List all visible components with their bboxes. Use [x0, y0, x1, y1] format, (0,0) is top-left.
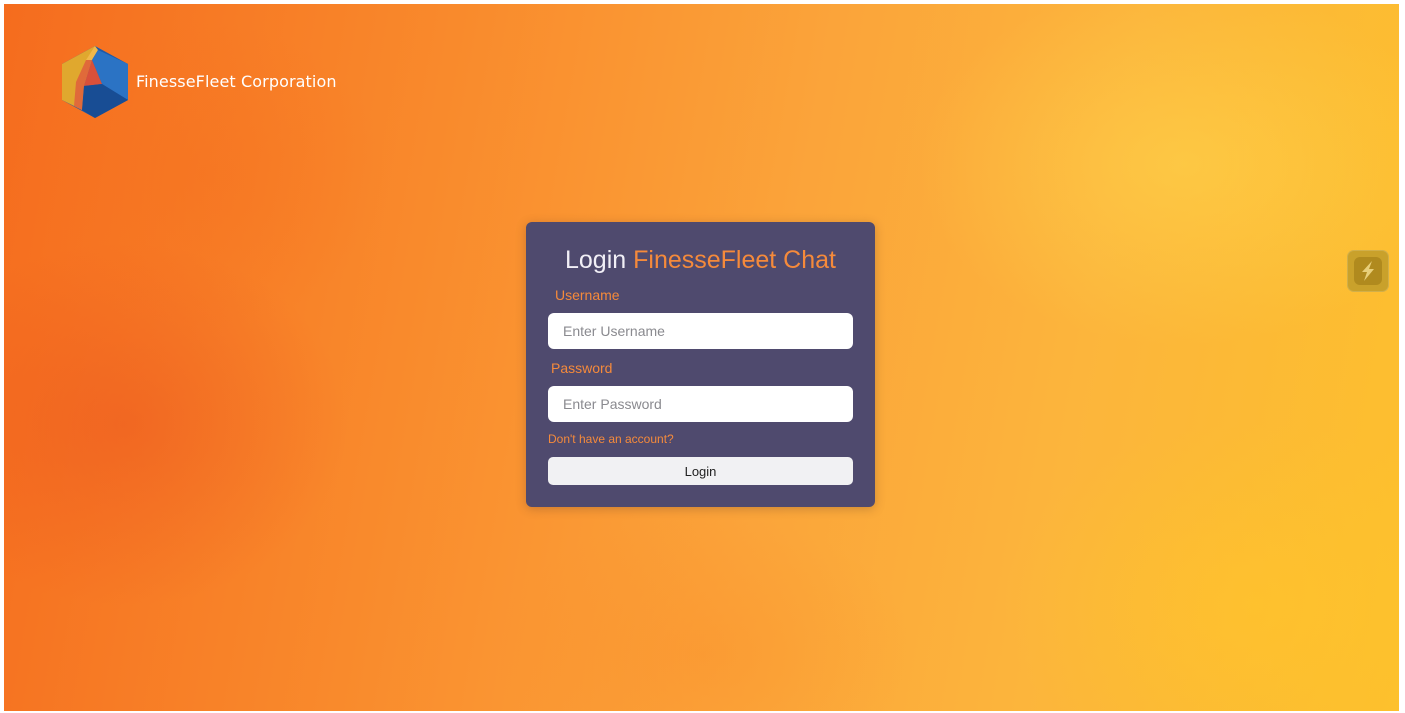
brand-name: FinesseFleet Corporation — [136, 71, 337, 91]
login-title-accent: FinesseFleet Chat — [633, 246, 836, 274]
brand-header: FinesseFleet Corporation — [62, 46, 337, 118]
password-label: Password — [551, 360, 613, 376]
cube-logo-icon — [62, 46, 128, 118]
username-input[interactable] — [548, 313, 853, 349]
signup-link[interactable]: Don't have an account? — [548, 432, 674, 446]
login-button[interactable]: Login — [548, 457, 853, 485]
login-title-main: Login — [565, 246, 627, 274]
password-input[interactable] — [548, 386, 853, 422]
login-card: Login FinesseFleet Chat Username Passwor… — [526, 222, 875, 507]
login-title: Login FinesseFleet Chat — [526, 246, 875, 275]
lightning-bolt-icon — [1354, 257, 1382, 285]
side-widget-button[interactable] — [1347, 250, 1389, 292]
username-label: Username — [555, 287, 620, 303]
